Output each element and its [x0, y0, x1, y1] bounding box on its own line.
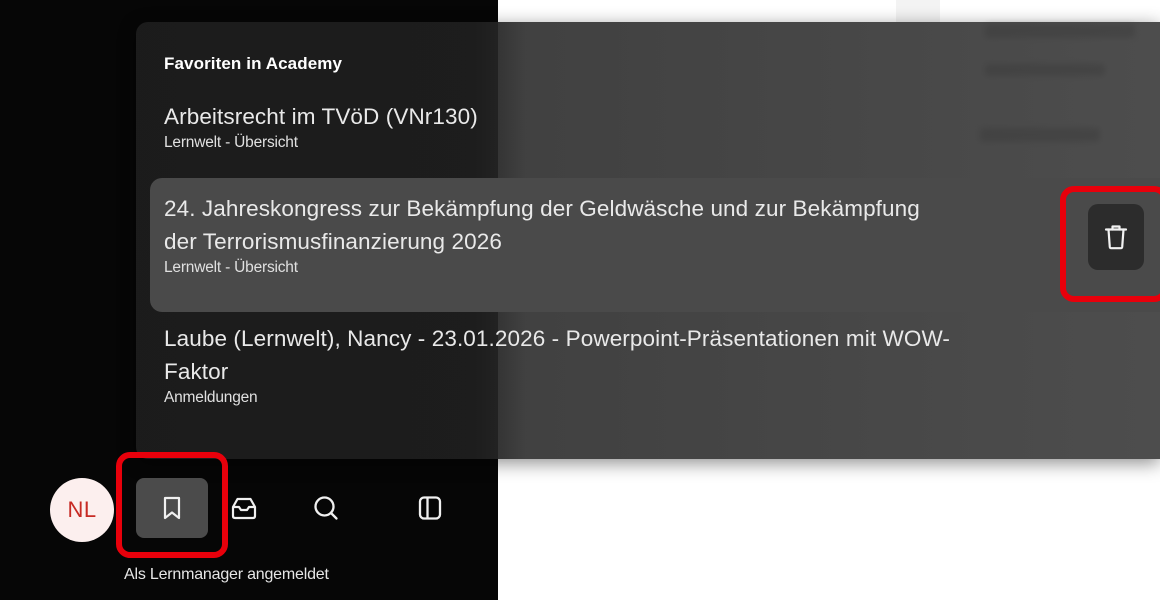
favorite-item-active[interactable]: 24. Jahreskongress zur Bekämpfung der Ge… [150, 178, 1160, 312]
inbox-button[interactable] [208, 478, 280, 538]
popover-title: Favoriten in Academy [164, 54, 343, 73]
favorite-item-subtitle: Anmeldungen [164, 389, 258, 406]
favorite-item[interactable]: Laube (Lernwelt), Nancy - 23.01.2026 - P… [150, 322, 1160, 434]
inbox-icon [231, 497, 257, 520]
favorite-item-title: Arbeitsrecht im TVöD (VNr130) [164, 104, 478, 129]
search-icon [314, 496, 338, 520]
favorites-button[interactable] [136, 478, 208, 538]
avatar[interactable]: NL [50, 478, 114, 542]
search-button[interactable] [290, 478, 362, 538]
delete-favorite-button[interactable] [1088, 204, 1144, 270]
favorite-item-title: Laube (Lernwelt), Nancy - 23.01.2026 - P… [164, 326, 950, 351]
background-panel [896, 0, 940, 22]
login-status-text: Als Lernmanager angemeldet [124, 566, 329, 583]
bookmark-icon [163, 496, 181, 520]
favorite-item-title-continued: der Terrorismusfinanzierung 2026 [164, 229, 502, 254]
favorites-popover: Favoriten in Academy Arbeitsrecht im TVö… [136, 22, 1160, 459]
favorite-item-title-continued: Faktor [164, 359, 229, 384]
trash-icon [1104, 225, 1128, 250]
favorite-item-subtitle: Lernwelt - Übersicht [164, 259, 298, 276]
favorite-item-subtitle: Lernwelt - Übersicht [164, 134, 298, 151]
favorite-item-title: 24. Jahreskongress zur Bekämpfung der Ge… [164, 196, 920, 221]
sidebar-panel-icon [418, 496, 442, 520]
screen: Favoriten in Academy Arbeitsrecht im TVö… [0, 0, 1160, 600]
toggle-sidebar-button[interactable] [394, 478, 466, 538]
favorite-item[interactable]: Arbeitsrecht im TVöD (VNr130) Lernwelt -… [150, 100, 1160, 166]
